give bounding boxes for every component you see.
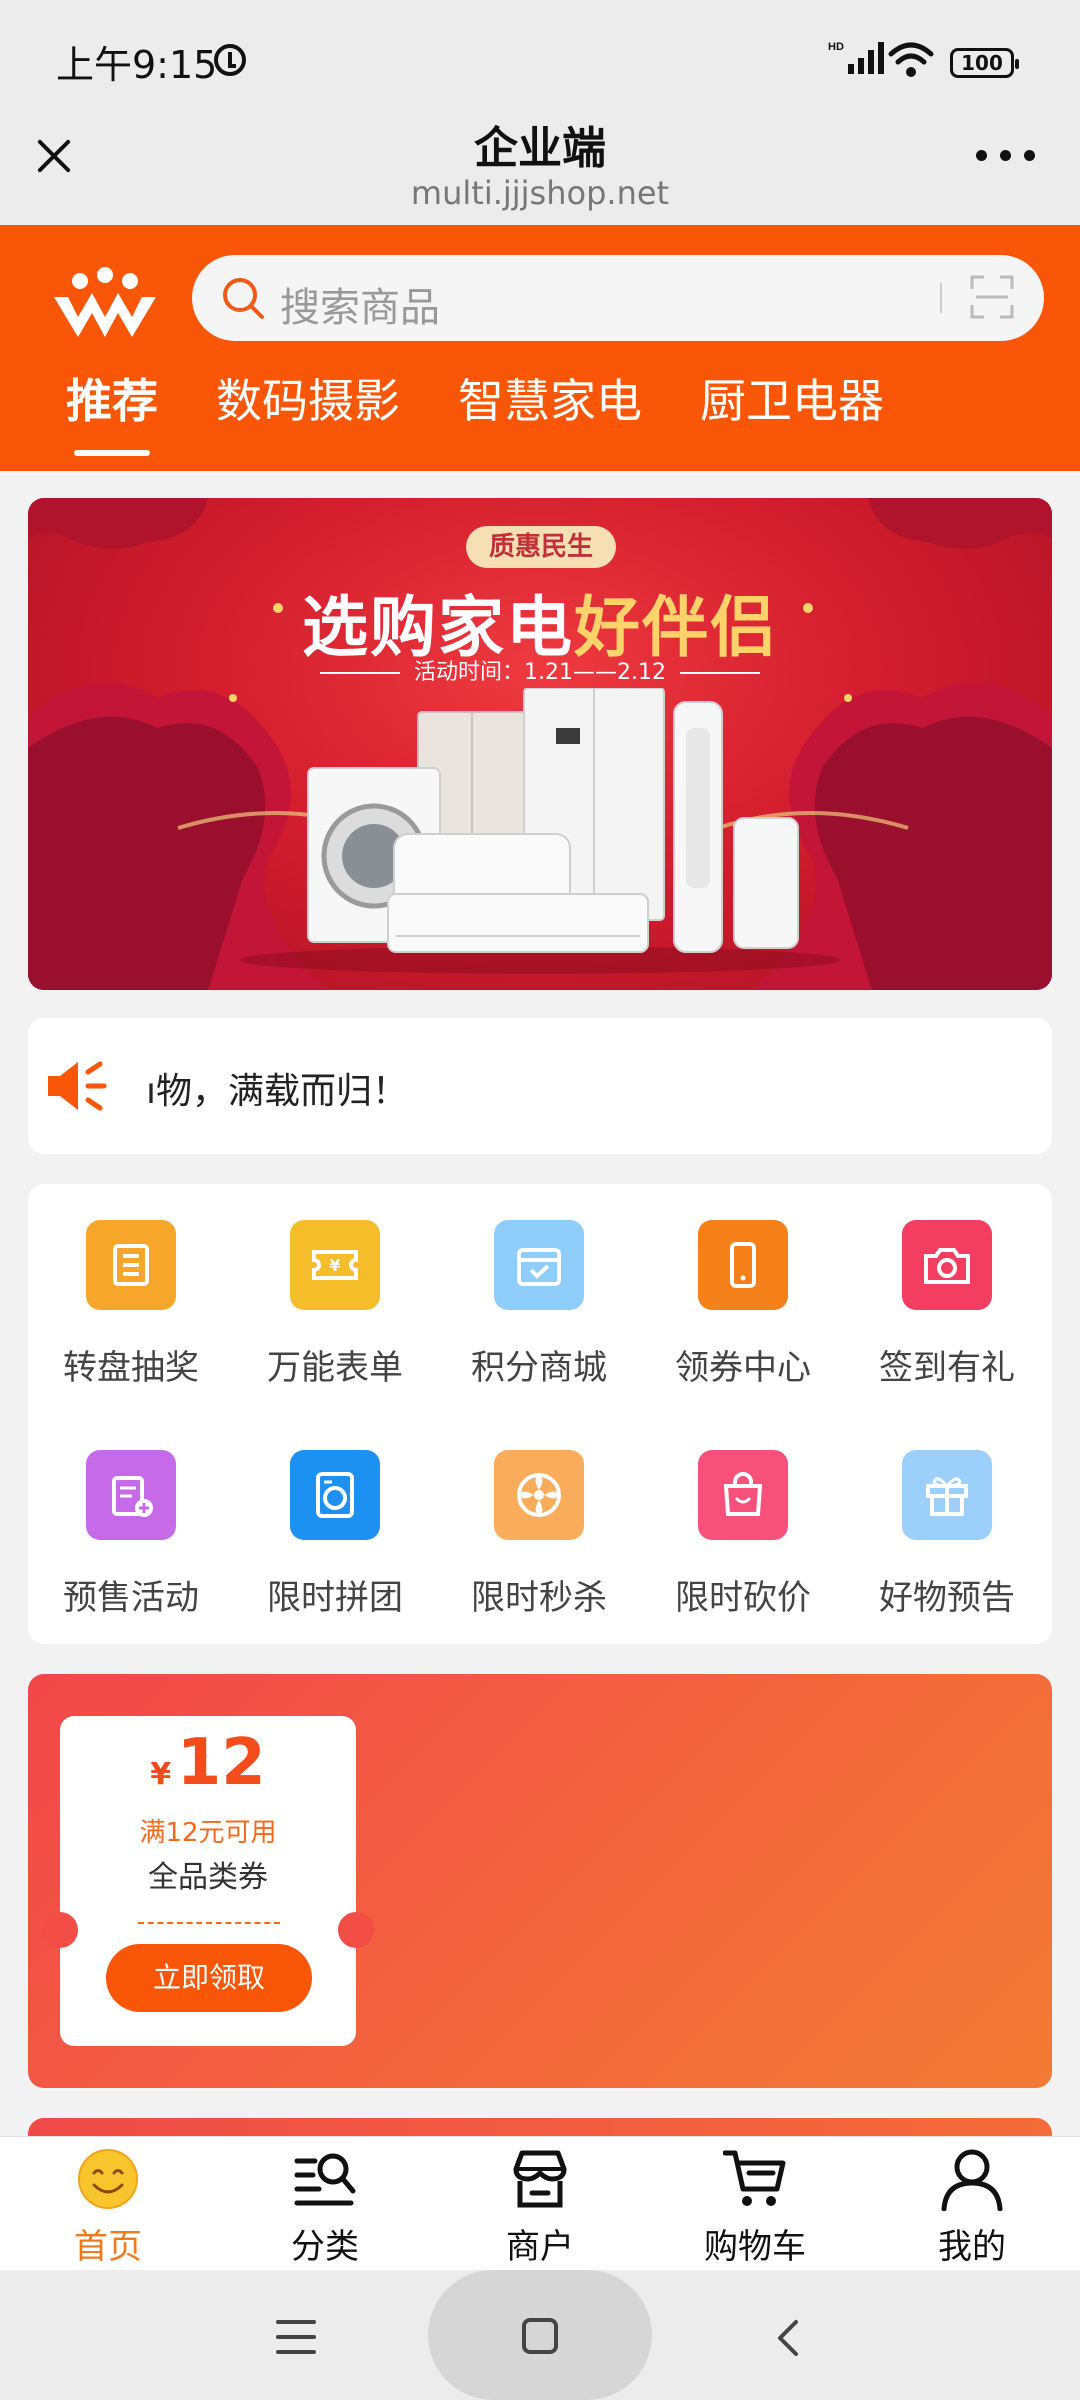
page-url: multi.jjjshop.net [410,174,670,212]
speaker-icon [48,1061,107,1111]
nav-profile[interactable]: 我的 [892,2137,1052,2271]
nav-label: 商户 [506,2227,574,2267]
menu-item-sign-in[interactable]: 签到有礼 [852,1184,1042,1388]
notice-bar[interactable]: ı物，满载而归！ [28,1018,1052,1154]
menu-item-lottery[interactable]: 转盘抽奖 [36,1184,226,1388]
washer-icon [290,1450,380,1540]
nav-store[interactable]: 商户 [460,2137,620,2271]
store-icon [513,2150,567,2208]
promo-banner[interactable]: 质惠民生 选购家电好伴侣 活动时间：1.21——2.12 [28,498,1052,990]
search-divider [940,283,942,313]
battery-indicator: 100 [950,48,1019,78]
status-time: 上午9:15 [56,43,218,87]
coupon-divider [138,1922,280,1924]
menu-item-flash-sale[interactable]: 限时秒杀 [444,1414,634,1618]
bottom-navigation: 首页 分类 商户 购物车 我的 [0,2136,1080,2270]
menu-item-points-mall[interactable]: 积分商城 [444,1184,634,1388]
nav-cart[interactable]: 购物车 [675,2137,835,2271]
nav-category[interactable]: 分类 [245,2137,405,2271]
coupon-card[interactable]: ¥ 12 满12元可用 全品类券 立即领取 [42,1716,374,2046]
category-search-icon [294,2153,356,2206]
menu-label: 转盘抽奖 [63,1348,199,1388]
lottery-icon [86,1220,176,1310]
coupon-currency: ¥ [150,1757,172,1792]
menu-label: 积分商城 [471,1348,607,1388]
fan-icon [494,1450,584,1540]
camera-icon [902,1220,992,1310]
coupon-value: 12 [176,1726,266,1800]
menu-label: 签到有礼 [879,1348,1015,1388]
menu-item-universal-form[interactable]: ¥ 万能表单 [240,1184,430,1388]
recent-apps-button[interactable] [276,2320,316,2354]
claim-coupon-button[interactable]: 立即领取 [106,1944,312,2012]
tab-digital-photo[interactable]: 数码摄影 [216,365,400,431]
coupon-amount: ¥ 12 [60,1726,356,1800]
clipboard-icon [86,1450,176,1540]
svg-text:HD: HD [828,41,844,53]
tab-recommend[interactable]: 推荐 [66,365,158,431]
nav-home[interactable]: 首页 [28,2137,188,2271]
search-input[interactable]: 搜索商品 [280,275,440,333]
tab-smart-appliances[interactable]: 智慧家电 [458,365,642,431]
search-icon [223,278,264,319]
status-bar: 上午9:15 HD 100 [0,0,1080,110]
menu-label: 好物预告 [879,1578,1015,1618]
menu-label: 万能表单 [267,1348,403,1388]
bag-icon [698,1450,788,1540]
coupon-notch-right [338,1912,374,1948]
menu-label: 领券中心 [675,1348,811,1388]
menu-item-group-buy[interactable]: 限时拼团 [240,1414,430,1618]
coupon-scope: 全品类券 [148,1860,268,1895]
notice-text: ı物，满载而归！ [146,1071,409,1112]
shop-header: 搜索商品 推荐 数码摄影 智慧家电 厨卫电器 [0,225,1080,471]
nav-label: 分类 [291,2227,359,2267]
scan-icon[interactable] [970,275,1014,319]
menu-label: 预售活动 [63,1578,199,1618]
category-tabs: 推荐 数码摄影 智慧家电 厨卫电器 [0,365,1080,455]
menu-item-preview[interactable]: 好物预告 [852,1414,1042,1618]
menu-label: 限时砍价 [675,1578,811,1618]
gift-icon [902,1450,992,1540]
coupon-notch-left [42,1912,78,1948]
search-bar[interactable]: 搜索商品 [192,255,1044,341]
feature-menu: 转盘抽奖 ¥ 万能表单 积分商城 领券中心 签到有礼 预售活动 限时拼团 限时秒… [28,1184,1052,1644]
svg-text:¥: ¥ [329,1256,340,1275]
signal-icon: HD [828,41,884,74]
smiley-icon [78,2149,138,2209]
app-screen: 上午9:15 HD 100 企业端 multi.jjjshop.net 搜索商品… [0,0,1080,2400]
phone-icon [698,1220,788,1310]
wifi-icon [888,42,934,77]
ticket-icon: ¥ [290,1220,380,1310]
nav-label: 我的 [938,2227,1006,2267]
back-button[interactable] [770,2318,806,2358]
user-icon [941,2149,1003,2211]
appliances-illustration [307,688,799,953]
brand-logo[interactable] [50,263,160,343]
title-bar: 企业端 multi.jjjshop.net [0,110,1080,225]
menu-label: 限时拼团 [267,1578,403,1618]
menu-label: 限时秒杀 [471,1578,607,1618]
nav-label: 购物车 [704,2227,806,2267]
coupon-section: ¥ 12 满12元可用 全品类券 立即领取 [28,1674,1052,2088]
system-navigation-bar [0,2270,1080,2400]
cart-icon [723,2150,786,2206]
more-options-button[interactable] [976,150,1036,162]
page-title: 企业端 [474,123,606,174]
nav-label: 首页 [74,2227,142,2267]
banner-date: 活动时间：1.21——2.12 [28,654,1052,686]
alarm-icon [214,44,246,76]
home-button[interactable] [522,2318,558,2354]
coupon-condition: 满12元可用 [139,1818,277,1848]
banner-tag: 质惠民生 [466,526,616,568]
tab-kitchen-bath[interactable]: 厨卫电器 [700,365,884,431]
calendar-icon [494,1220,584,1310]
menu-item-bargain[interactable]: 限时砍价 [648,1414,838,1618]
active-tab-indicator [74,450,150,456]
menu-item-presale[interactable]: 预售活动 [36,1414,226,1618]
menu-item-coupon-center[interactable]: 领券中心 [648,1184,838,1388]
